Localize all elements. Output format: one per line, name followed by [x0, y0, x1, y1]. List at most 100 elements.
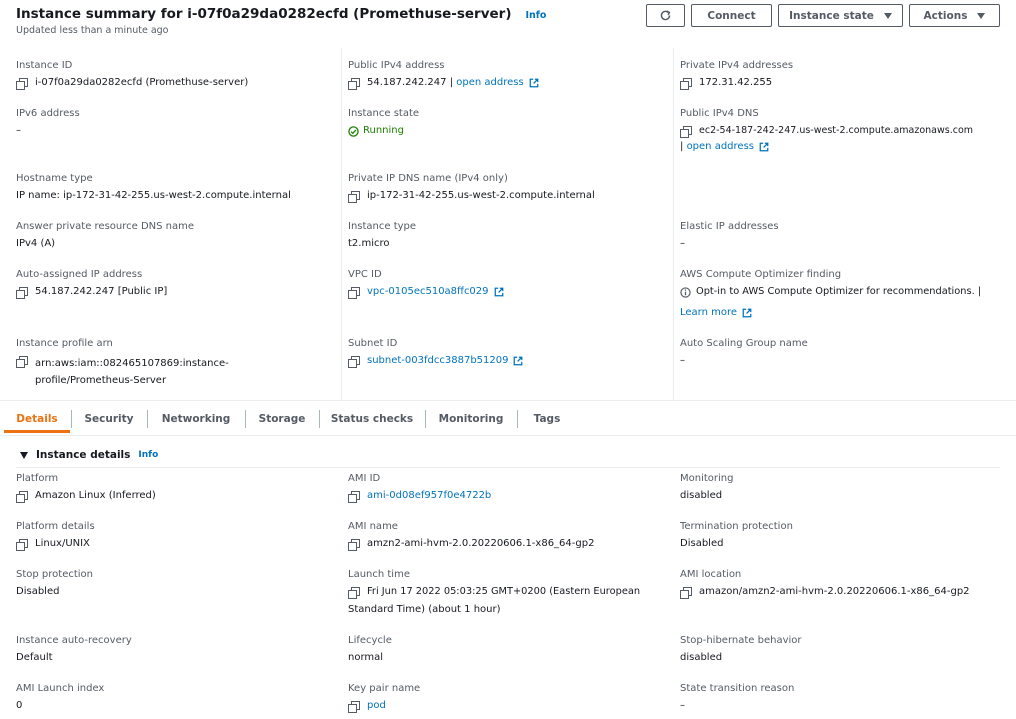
caret-down-icon — [977, 12, 986, 19]
key-pair-link[interactable]: pod — [367, 700, 386, 712]
platform-value: Amazon Linux (Inferred) — [35, 490, 156, 501]
field-label: Lifecycle — [348, 635, 392, 646]
field-label: IPv6 address — [16, 108, 80, 119]
auto-recovery-value: Default — [16, 652, 53, 663]
copy-icon[interactable] — [680, 586, 692, 599]
instance-id-value: i-07f0a29da0282ecfd (Promethuse-server) — [35, 77, 249, 88]
open-address-link[interactable]: open address — [687, 141, 754, 153]
last-updated-text: Updated less than a minute ago — [16, 25, 169, 36]
copy-icon[interactable] — [348, 586, 360, 599]
tab-networking[interactable]: Networking — [148, 402, 244, 436]
learn-more-link[interactable]: Learn more — [680, 307, 737, 319]
field-label: Public IPv4 address — [348, 60, 445, 71]
open-address-link[interactable]: open address — [456, 77, 523, 89]
launch-time-value-line1: Fri Jun 17 2022 05:03:25 GMT+0200 (Easte… — [367, 586, 641, 597]
connect-button[interactable]: Connect — [691, 4, 772, 27]
copy-icon[interactable] — [16, 286, 28, 299]
copy-icon[interactable] — [680, 77, 692, 90]
copy-icon[interactable] — [16, 490, 28, 503]
field-label: AMI name — [348, 521, 398, 532]
tab-storage[interactable]: Storage — [246, 402, 318, 436]
refresh-button[interactable] — [646, 4, 685, 27]
copy-icon[interactable] — [348, 355, 360, 368]
refresh-icon — [660, 10, 671, 21]
subnet-id-field: Subnet ID subnet-003fdcc3887b51209 — [348, 338, 523, 368]
external-link-icon — [529, 78, 539, 88]
field-label: Public IPv4 DNS — [680, 108, 759, 119]
copy-icon[interactable] — [680, 125, 692, 138]
launch-index-field: AMI Launch index 0 — [16, 683, 104, 712]
launch-index-value: 0 — [16, 700, 23, 711]
header-info-link[interactable]: Info — [526, 10, 547, 21]
tab-security[interactable]: Security — [72, 402, 146, 436]
field-label: VPC ID — [348, 269, 382, 280]
field-label: AMI location — [680, 569, 742, 580]
public-ipv4-field: Public IPv4 address 54.187.242.247 | ope… — [348, 60, 539, 90]
field-label: Monitoring — [680, 473, 734, 484]
copy-icon[interactable] — [16, 538, 28, 551]
copy-icon[interactable] — [16, 77, 28, 90]
lifecycle-field: Lifecycle normal — [348, 635, 392, 664]
profile-arn-value-line1: arn:aws:iam::082465107869:instance- — [35, 358, 229, 369]
instance-state-button[interactable]: Instance state — [778, 4, 903, 27]
instance-details-header: Instance details Info — [20, 449, 158, 461]
optimizer-field: AWS Compute Optimizer finding Opt-in to … — [680, 269, 982, 319]
field-label: Platform — [16, 473, 59, 484]
ami-location-field: AMI location amazon/amzn2-ami-hvm-2.0.20… — [680, 569, 970, 599]
hostname-type-value: IP name: ip-172-31-42-255.us-west-2.comp… — [16, 190, 291, 201]
field-label: AMI Launch index — [16, 683, 105, 694]
vpc-id-link[interactable]: vpc-0105ec510a8ffc029 — [367, 286, 489, 298]
info-circle-icon — [680, 286, 691, 298]
ami-location-value: amazon/amzn2-ami-hvm-2.0.20220606.1-x86_… — [699, 586, 970, 597]
connect-button-label: Connect — [707, 9, 756, 22]
copy-icon[interactable] — [348, 77, 360, 90]
check-circle-icon — [348, 125, 359, 137]
instance-state-field: Instance state Running — [348, 108, 419, 137]
summary-bottom-divider — [0, 400, 1016, 401]
field-label: Stop-hibernate behavior — [680, 635, 802, 646]
tab-monitoring[interactable]: Monitoring — [426, 402, 516, 436]
subnet-id-link[interactable]: subnet-003fdcc3887b51209 — [367, 355, 508, 367]
ami-name-value: amzn2-ami-hvm-2.0.20220606.1-x86_64-gp2 — [367, 538, 595, 549]
profile-arn-field: Instance profile arn arn:aws:iam::082465… — [16, 338, 229, 389]
tab-tags[interactable]: Tags — [518, 402, 576, 436]
external-link-icon — [494, 287, 503, 297]
termination-protection-field: Termination protection Disabled — [680, 521, 793, 550]
stop-protection-field: Stop protection Disabled — [16, 569, 93, 598]
copy-icon[interactable] — [348, 190, 360, 203]
tab-status-checks[interactable]: Status checks — [320, 402, 424, 436]
lifecycle-value: normal — [348, 652, 384, 663]
column-divider — [673, 48, 674, 400]
field-label: Stop protection — [16, 569, 93, 580]
page-title-text: Instance summary for i-07f0a29da0282ecfd… — [16, 6, 512, 22]
details-info-link[interactable]: Info — [138, 450, 158, 460]
field-label: AMI ID — [348, 473, 381, 484]
field-label: Launch time — [348, 569, 410, 580]
copy-icon[interactable] — [348, 490, 360, 503]
instance-id-field: Instance ID i-07f0a29da0282ecfd (Prometh… — [16, 60, 249, 90]
field-label: Instance profile arn — [16, 338, 113, 349]
field-label: Answer private resource DNS name — [16, 221, 195, 232]
column-divider — [341, 48, 342, 400]
actions-button[interactable]: Actions — [909, 4, 1000, 27]
copy-icon[interactable] — [16, 356, 28, 368]
elastic-ip-field: Elastic IP addresses – — [680, 221, 779, 250]
public-ipv4-value: 54.187.242.247 — [367, 77, 447, 88]
ami-id-link[interactable]: ami-0d08ef957f0e4722b — [367, 490, 491, 502]
tab-separator — [245, 410, 246, 428]
instance-type-value: t2.micro — [348, 238, 390, 249]
field-label: Subnet ID — [348, 338, 398, 349]
auto-ip-value: 54.187.242.247 [Public IP] — [35, 286, 168, 297]
field-label: AWS Compute Optimizer finding — [680, 269, 842, 280]
instance-state-value: Running — [363, 125, 404, 136]
tab-separator — [425, 410, 426, 428]
instance-type-field: Instance type t2.micro — [348, 221, 416, 250]
page-title: Instance summary for i-07f0a29da0282ecfd… — [16, 6, 546, 22]
collapse-triangle-icon[interactable] — [20, 451, 28, 459]
copy-icon[interactable] — [348, 286, 360, 299]
copy-icon[interactable] — [348, 538, 360, 551]
copy-icon[interactable] — [348, 700, 360, 713]
private-ipv4-field: Private IPv4 addresses 172.31.42.255 — [680, 60, 793, 90]
tab-bar: Details Security Networking Storage Stat… — [0, 402, 1016, 436]
field-label: Platform details — [16, 521, 95, 532]
